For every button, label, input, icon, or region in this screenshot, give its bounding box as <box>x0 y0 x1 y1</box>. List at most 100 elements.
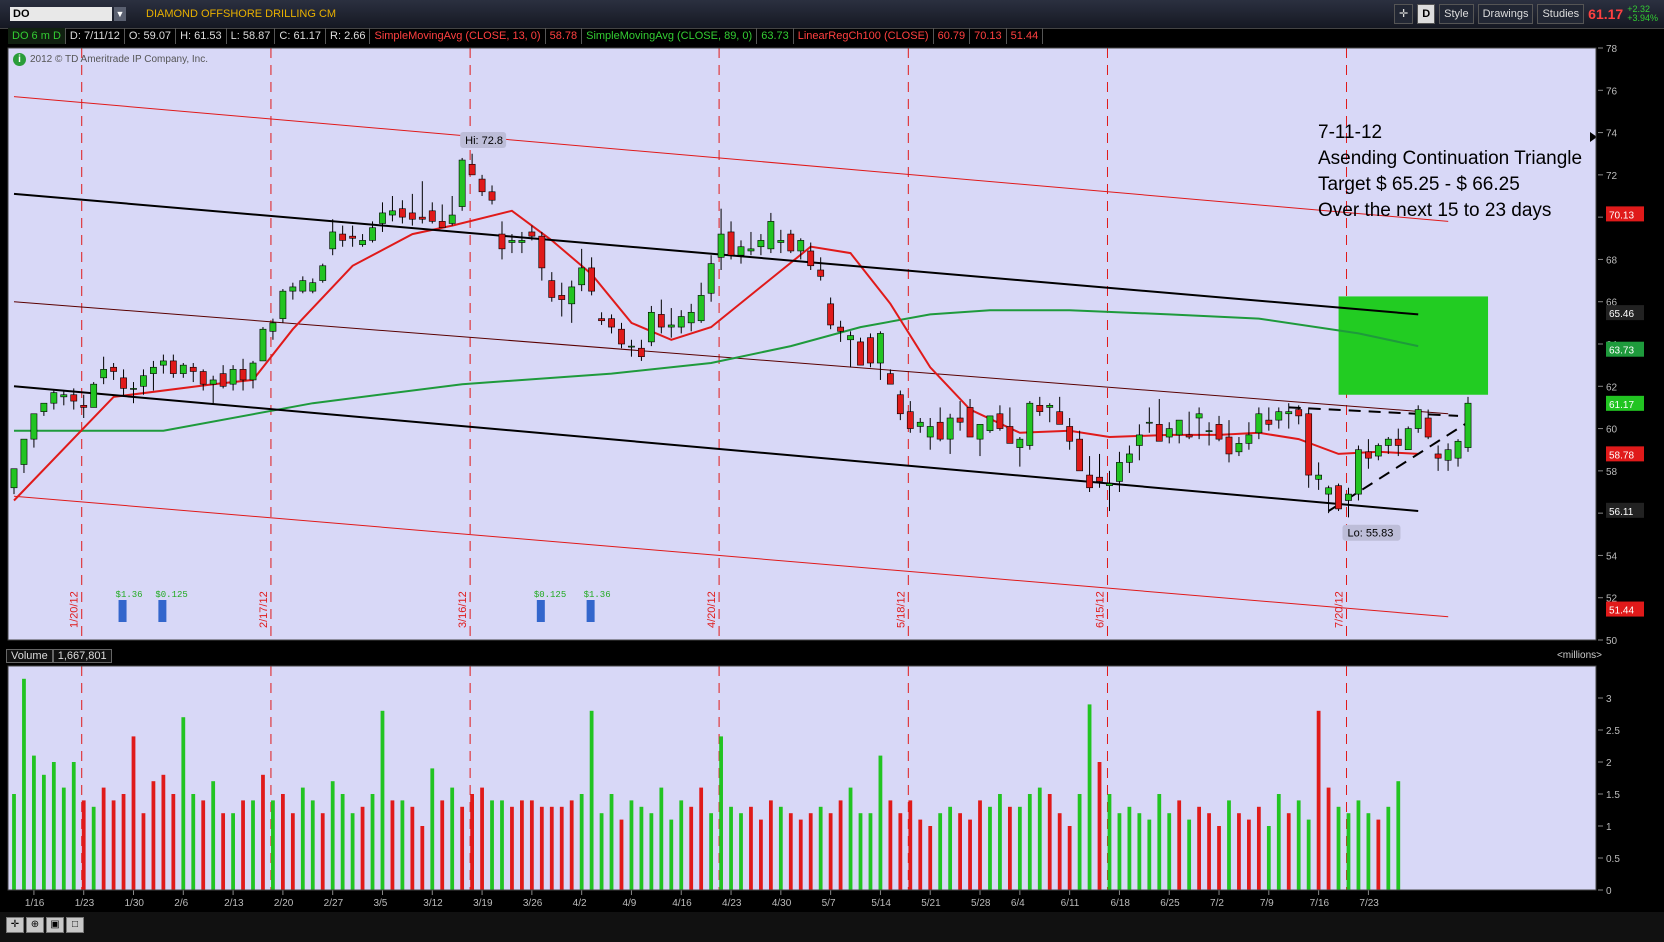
price-tag: 65.46 <box>1609 309 1634 320</box>
candle-body <box>229 369 237 385</box>
candle-body <box>697 295 705 322</box>
candle-body <box>777 240 785 243</box>
candle-body <box>189 366 197 372</box>
volume-bar <box>888 800 893 890</box>
candle-body <box>548 280 556 298</box>
candle-body <box>1225 436 1233 455</box>
volume-bar <box>81 800 86 890</box>
date-tick-label: 1/23 <box>75 898 95 909</box>
price-tag: 51.44 <box>1609 606 1634 617</box>
bottom-bar <box>0 912 1664 942</box>
volume-bar <box>619 819 624 890</box>
volume-bar <box>380 710 385 890</box>
volume-bar <box>1356 800 1361 890</box>
date-tick-label: 7/2 <box>1210 898 1224 909</box>
volume-bar <box>1286 813 1291 890</box>
volume-bar <box>579 794 584 890</box>
volume-bar <box>1077 794 1082 890</box>
candle-body <box>369 227 376 241</box>
candle-body <box>1165 428 1173 438</box>
candle-body <box>807 250 815 267</box>
date-tick-label: 3/26 <box>523 898 543 909</box>
candle-body <box>309 282 317 292</box>
candle-body <box>687 311 695 324</box>
linreg-label[interactable]: LinearRegCh100 (CLOSE) <box>794 28 934 44</box>
price-tick-label: 76 <box>1606 86 1618 97</box>
linreg-value-lower: 51.44 <box>1007 28 1044 44</box>
zoom-icon[interactable]: ⊕ <box>26 917 44 933</box>
date-tick-label: 4/30 <box>772 898 792 909</box>
volume-bar <box>1237 813 1241 890</box>
candle-body <box>1255 413 1263 434</box>
candle-body <box>618 328 625 345</box>
candle-body <box>657 314 665 328</box>
volume-bar <box>759 819 763 890</box>
candle-body <box>588 267 596 292</box>
price-tag: 56.11 <box>1609 507 1634 518</box>
candle-body <box>1135 434 1143 446</box>
candle-body <box>787 233 795 252</box>
dividend-label: $1.36 <box>116 590 143 600</box>
volume-bar <box>1007 806 1012 890</box>
pan-icon[interactable]: ✛ <box>6 917 24 933</box>
candle-body <box>20 438 28 465</box>
volume-bar <box>778 806 783 890</box>
candle-body <box>130 388 137 390</box>
candle-body <box>1086 474 1093 489</box>
grid-icon[interactable]: □ <box>66 917 84 933</box>
expand-icon[interactable]: ▣ <box>46 917 64 933</box>
candle-body <box>1454 440 1462 459</box>
volume-bar <box>300 787 305 890</box>
candle-body <box>1036 405 1044 412</box>
date-tick-label: 5/14 <box>871 898 891 909</box>
candle-body <box>60 394 68 398</box>
volume-bar <box>510 806 514 890</box>
candle-body <box>717 233 725 258</box>
volume-bar <box>569 800 574 890</box>
linreg-value-mid: 60.79 <box>934 28 971 44</box>
volume-bar <box>918 819 923 890</box>
date-tick-label: 6/18 <box>1110 898 1130 909</box>
candle-body <box>1205 430 1213 432</box>
candle-body <box>966 407 974 438</box>
volume-bar <box>838 800 843 890</box>
volume-bar <box>101 787 106 890</box>
volume-bar <box>500 800 504 890</box>
dividend-label: $0.125 <box>534 590 566 600</box>
volume-bar <box>1127 806 1132 890</box>
candle-body <box>877 333 884 364</box>
volume-tick-label: 0 <box>1606 886 1612 897</box>
volume-bar <box>1227 800 1231 890</box>
volume-bar <box>1057 813 1062 890</box>
candle-body <box>1245 434 1253 444</box>
volume-bar <box>629 800 634 890</box>
sma13-label[interactable]: SimpleMovingAvg (CLOSE, 13, 0) <box>370 28 546 44</box>
volume-bar <box>1266 826 1271 890</box>
volume-bar <box>699 787 704 890</box>
candle-body <box>289 286 297 292</box>
candle-body <box>1374 445 1382 457</box>
volume-bar <box>1247 819 1251 890</box>
candle-body <box>1285 411 1293 415</box>
info-icon[interactable]: i <box>13 53 26 66</box>
volume-bar <box>639 806 644 890</box>
candle-body <box>1315 474 1323 480</box>
volume-bar <box>280 794 285 890</box>
candle-body <box>1345 493 1352 501</box>
open-label: O: 59.07 <box>125 28 177 44</box>
volume-bar <box>679 800 684 890</box>
candle-body <box>558 295 566 300</box>
date-tick-label: 3/19 <box>473 898 493 909</box>
range-label: R: 2.66 <box>326 28 371 44</box>
sma13-value: 58.78 <box>546 28 583 44</box>
volume-bar <box>350 813 355 890</box>
candle-body <box>1026 402 1034 446</box>
candle-body <box>1175 419 1183 436</box>
volume-label: Volume <box>6 649 53 663</box>
volume-bar <box>1147 819 1152 890</box>
volume-tick-label: 3 <box>1606 694 1612 705</box>
candle-body <box>329 231 337 250</box>
price-tick-label: 62 <box>1606 382 1618 393</box>
volume-bar <box>868 813 873 890</box>
sma89-label[interactable]: SimpleMovingAvg (CLOSE, 89, 0) <box>582 28 758 44</box>
